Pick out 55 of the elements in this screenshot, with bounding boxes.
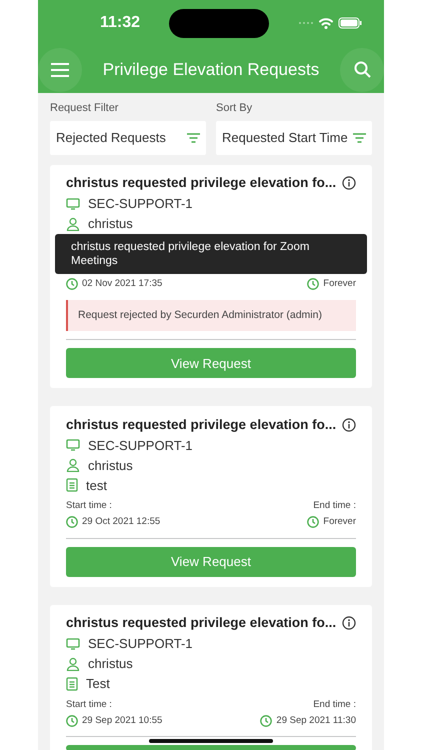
- host-name: SEC-SUPPORT-1: [88, 634, 193, 653]
- end-time: Forever: [323, 277, 356, 292]
- start-time-label: Start time :: [66, 500, 112, 512]
- signal-icon: [298, 21, 314, 25]
- search-icon: [354, 61, 370, 78]
- info-icon: [342, 616, 356, 630]
- request-notes: Test: [86, 674, 110, 693]
- menu-icon: [51, 62, 69, 76]
- start-time: 29 Sep 2021 10:55: [82, 714, 162, 728]
- filter-icon: [353, 132, 366, 142]
- user-name: christus: [88, 654, 133, 673]
- monitor-icon: [66, 439, 80, 452]
- filter-dropdown[interactable]: Rejected Requests: [50, 120, 206, 154]
- end-time-label: End time :: [313, 698, 356, 710]
- monitor-icon: [66, 638, 80, 650]
- request-notes: test: [86, 476, 107, 494]
- request-title: christus requested privilege elevation fo...: [66, 174, 336, 192]
- host-name: SEC-SUPPORT-1: [88, 436, 193, 454]
- rejection-message: Request rejected by Securden Administrator (admin): [66, 300, 356, 332]
- battery-icon: [338, 17, 362, 29]
- clock-icon: [66, 278, 78, 290]
- user-icon: [66, 458, 80, 472]
- end-time: Forever: [323, 515, 356, 530]
- user-icon: [66, 216, 80, 230]
- user-icon: [66, 656, 80, 670]
- document-icon: [66, 676, 78, 690]
- filter-icon: [187, 132, 200, 142]
- clock-icon: [307, 516, 320, 528]
- search-button[interactable]: [340, 48, 384, 92]
- page-title: Privilege Elevation Requests: [102, 58, 320, 81]
- start-time-label: Start time :: [66, 698, 112, 710]
- start-time: 29 Oct 2021 12:55: [82, 515, 160, 530]
- document-icon: [66, 478, 78, 492]
- filter-label: Request Filter: [50, 101, 120, 116]
- end-time: 29 Sep 2021 11:30: [276, 714, 356, 728]
- user-name: christus: [88, 456, 133, 474]
- clock-icon: [307, 278, 320, 290]
- tooltip: christus requested privilege elevation for Zoom Meetings: [55, 234, 367, 274]
- clock-icon: [66, 516, 78, 528]
- info-icon: [342, 418, 356, 432]
- status-time: 11:32: [100, 13, 140, 33]
- wifi-icon: [318, 17, 334, 29]
- user-name: christus: [88, 214, 133, 233]
- clock-icon: [66, 714, 78, 727]
- menu-button[interactable]: [38, 48, 82, 92]
- end-time-label: End time :: [313, 500, 356, 512]
- filter-dropdown[interactable]: Requested Start Time: [216, 120, 372, 154]
- filter-label: Sort By: [216, 101, 254, 116]
- request-title: christus requested privilege elevation fo...: [66, 614, 336, 632]
- clock-icon: [260, 714, 272, 727]
- start-time: 02 Nov 2021 17:35: [82, 277, 162, 292]
- request-title: christus requested privilege elevation fo...: [66, 416, 336, 434]
- info-icon: [342, 176, 356, 190]
- monitor-icon: [66, 198, 80, 210]
- host-name: SEC-SUPPORT-1: [88, 194, 193, 213]
